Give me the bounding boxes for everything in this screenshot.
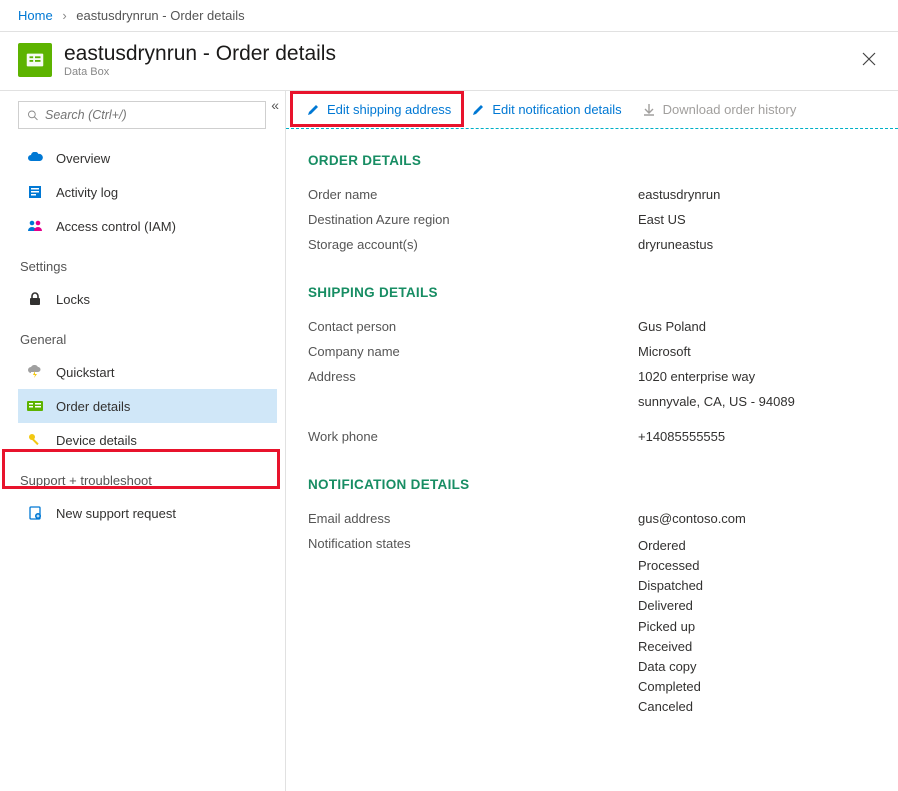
edit-shipping-address-button[interactable]: Edit shipping address xyxy=(296,95,461,125)
sidebar-item-new-support-request[interactable]: New support request xyxy=(18,496,277,530)
button-label: Edit notification details xyxy=(492,102,621,117)
sidebar-group-general: General xyxy=(20,332,277,347)
sidebar-item-label: Order details xyxy=(56,399,130,414)
sidebar-item-quickstart[interactable]: Quickstart xyxy=(18,355,277,389)
close-button[interactable] xyxy=(858,48,880,73)
value-notification-states: OrderedProcessedDispatchedDeliveredPicke… xyxy=(638,536,703,717)
button-label: Download order history xyxy=(663,102,797,117)
sidebar: « Overview Activity log Access control (… xyxy=(0,91,285,791)
search-input[interactable] xyxy=(18,101,266,129)
pencil-icon xyxy=(471,103,485,117)
label-email-address: Email address xyxy=(308,511,638,526)
sidebar-item-locks[interactable]: Locks xyxy=(18,282,277,316)
value-company-name: Microsoft xyxy=(638,344,691,359)
breadcrumb-home[interactable]: Home xyxy=(18,8,53,23)
collapse-sidebar-button[interactable]: « xyxy=(271,97,279,113)
value-order-name: eastusdrynrun xyxy=(638,187,720,202)
chevron-right-icon: › xyxy=(62,8,66,23)
sidebar-item-order-details[interactable]: Order details xyxy=(18,389,277,423)
label-notification-states: Notification states xyxy=(308,536,638,717)
support-icon xyxy=(26,506,44,520)
value-work-phone: +14085555555 xyxy=(638,429,725,444)
value-dest-region: East US xyxy=(638,212,686,227)
sidebar-item-label: Activity log xyxy=(56,185,118,200)
page-header: eastusdrynrun - Order details Data Box xyxy=(0,32,898,91)
label-work-phone: Work phone xyxy=(308,429,638,444)
page-title: eastusdrynrun - Order details xyxy=(64,42,336,66)
sidebar-group-settings: Settings xyxy=(20,259,277,274)
value-email-address: gus@contoso.com xyxy=(638,511,746,526)
label-order-name: Order name xyxy=(308,187,638,202)
resource-icon xyxy=(18,43,52,77)
button-label: Edit shipping address xyxy=(327,102,451,117)
section-heading-order-details: ORDER DETAILS xyxy=(308,153,876,168)
sidebar-item-overview[interactable]: Overview xyxy=(18,141,277,175)
label-storage-account: Storage account(s) xyxy=(308,237,638,252)
download-icon xyxy=(642,103,656,117)
sidebar-group-support: Support + troubleshoot xyxy=(20,473,277,488)
main-pane: Edit shipping address Edit notification … xyxy=(285,91,898,791)
breadcrumb: Home › eastusdrynrun - Order details xyxy=(0,0,898,32)
value-address-line1: 1020 enterprise way xyxy=(638,369,755,384)
sidebar-item-label: Quickstart xyxy=(56,365,115,380)
sidebar-item-activity-log[interactable]: Activity log xyxy=(18,175,277,209)
cloud-lightning-icon xyxy=(26,365,44,379)
sidebar-item-label: Overview xyxy=(56,151,110,166)
order-icon xyxy=(26,400,44,412)
sidebar-item-label: Access control (IAM) xyxy=(56,219,176,234)
section-heading-notification-details: NOTIFICATION DETAILS xyxy=(308,477,876,492)
content: ORDER DETAILS Order nameeastusdrynrun De… xyxy=(286,129,898,740)
label-address: Address xyxy=(308,369,638,384)
search-field[interactable] xyxy=(45,108,257,122)
pencil-icon xyxy=(306,103,320,117)
download-order-history-button: Download order history xyxy=(632,95,807,125)
page-subtitle: Data Box xyxy=(64,66,336,78)
search-icon xyxy=(27,109,39,122)
sidebar-item-device-details[interactable]: Device details xyxy=(18,423,277,457)
breadcrumb-current: eastusdrynrun - Order details xyxy=(76,8,244,23)
sidebar-item-label: New support request xyxy=(56,506,176,521)
section-heading-shipping-details: SHIPPING DETAILS xyxy=(308,285,876,300)
lock-icon xyxy=(26,292,44,306)
cloud-icon xyxy=(26,152,44,164)
value-contact-person: Gus Poland xyxy=(638,319,706,334)
key-icon xyxy=(26,433,44,447)
log-icon xyxy=(26,185,44,199)
value-storage-account: dryruneastus xyxy=(638,237,713,252)
label-contact-person: Contact person xyxy=(308,319,638,334)
toolbar: Edit shipping address Edit notification … xyxy=(286,91,898,129)
value-address-line2: sunnyvale, CA, US - 94089 xyxy=(638,394,795,409)
sidebar-item-access-control[interactable]: Access control (IAM) xyxy=(18,209,277,243)
label-company-name: Company name xyxy=(308,344,638,359)
people-icon xyxy=(26,219,44,233)
sidebar-item-label: Locks xyxy=(56,292,90,307)
label-dest-region: Destination Azure region xyxy=(308,212,638,227)
edit-notification-details-button[interactable]: Edit notification details xyxy=(461,95,631,125)
sidebar-item-label: Device details xyxy=(56,433,137,448)
